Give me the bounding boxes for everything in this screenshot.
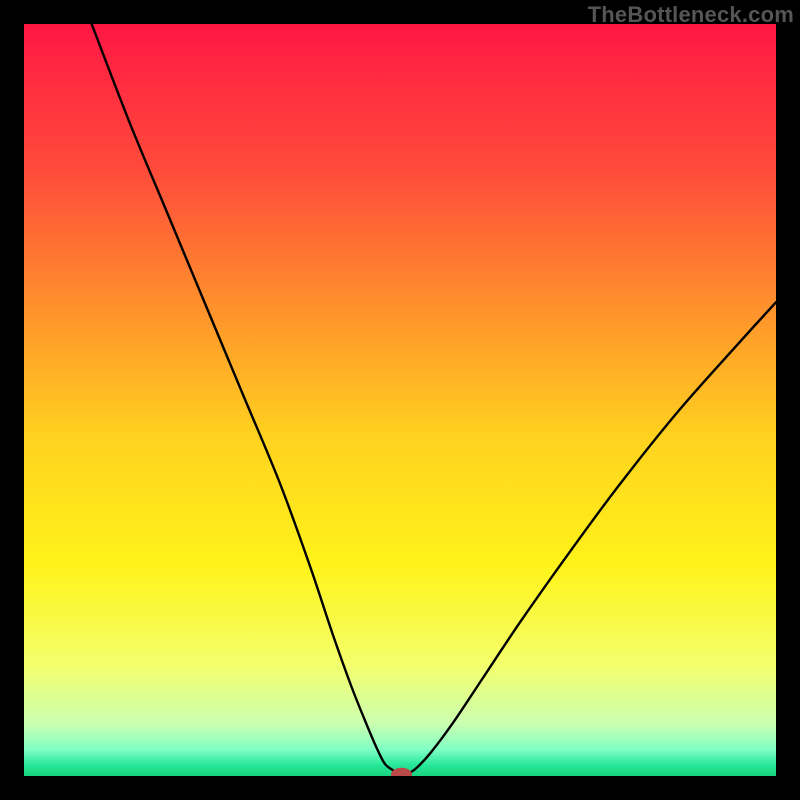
plot-area <box>24 24 776 776</box>
bottleneck-chart <box>24 24 776 776</box>
gradient-background <box>24 24 776 776</box>
chart-container: TheBottleneck.com <box>0 0 800 800</box>
